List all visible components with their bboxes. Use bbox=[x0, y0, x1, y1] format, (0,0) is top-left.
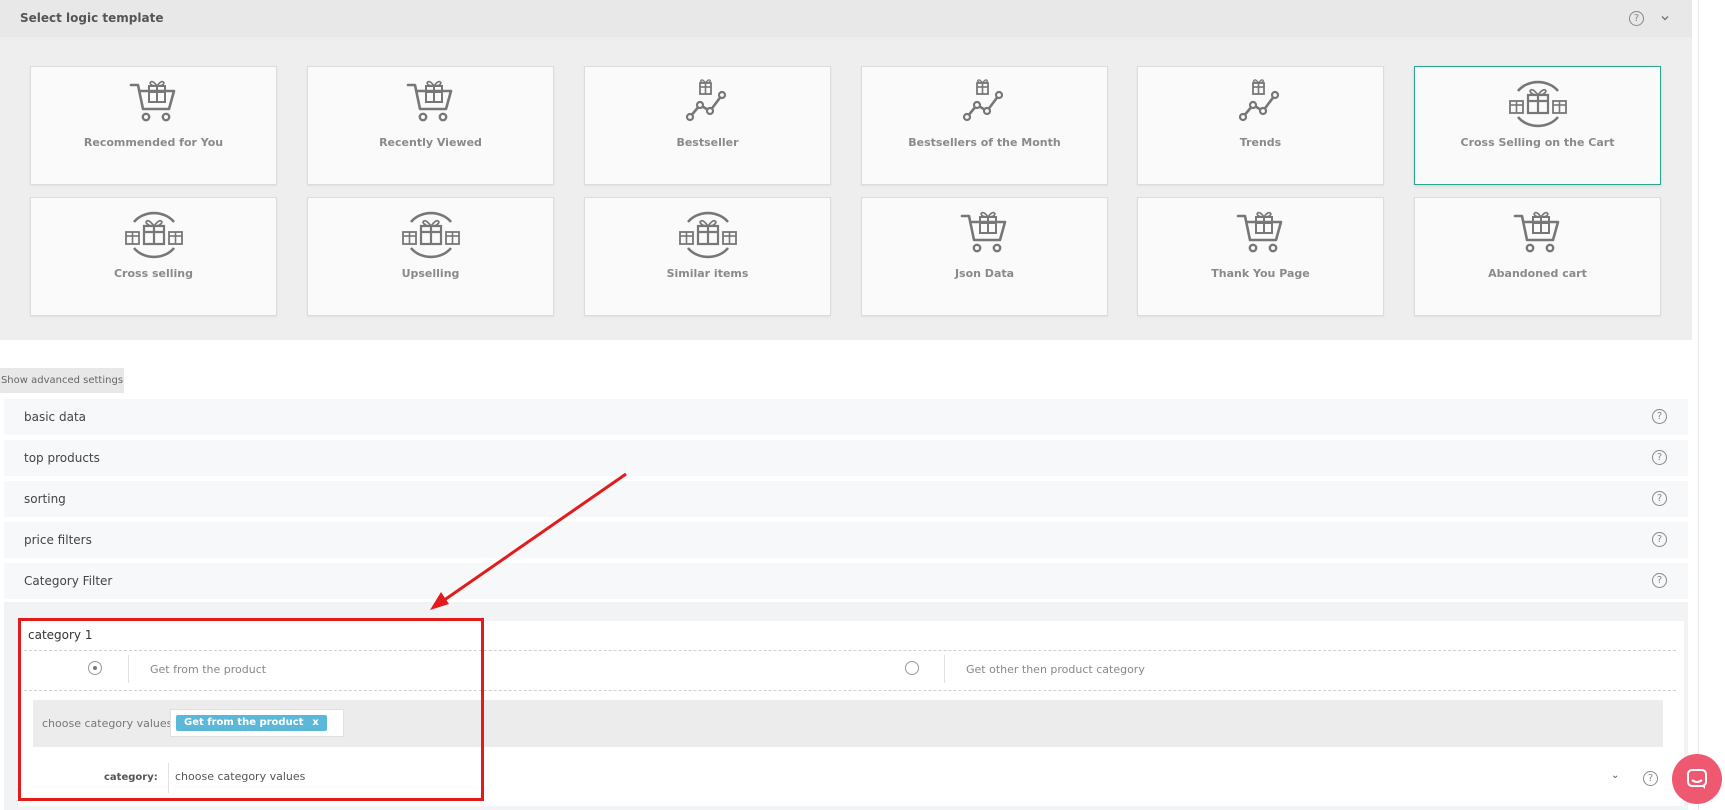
option-get-other-category-label: Get other then product category bbox=[966, 663, 1145, 676]
section-category-filter[interactable]: Category Filter ? bbox=[4, 563, 1688, 600]
section-label: Category Filter bbox=[24, 574, 113, 588]
page-scroll-area bbox=[1692, 0, 1725, 810]
template-card-label: Thank You Page bbox=[1211, 267, 1310, 280]
divider bbox=[944, 655, 945, 683]
scrollbar[interactable] bbox=[1698, 0, 1699, 810]
divider bbox=[128, 655, 129, 683]
template-card-label: Cross selling bbox=[113, 267, 193, 280]
template-card-label: Upselling bbox=[401, 267, 460, 280]
chat-icon bbox=[1687, 769, 1707, 789]
chat-button[interactable] bbox=[1672, 754, 1722, 804]
category-select[interactable]: choose category values ⌄ bbox=[168, 760, 1619, 794]
template-card-label: Recommended for You bbox=[83, 136, 224, 149]
template-card-label: Json Data bbox=[954, 267, 1015, 280]
help-icon[interactable]: ? bbox=[1652, 450, 1667, 465]
template-card[interactable]: Upselling bbox=[307, 197, 554, 316]
template-card-label: Cross Selling on the Cart bbox=[1460, 136, 1615, 149]
section-sorting[interactable]: sorting ? bbox=[4, 481, 1688, 518]
section-label: sorting bbox=[24, 492, 66, 506]
template-card[interactable]: Abandoned cart bbox=[1414, 197, 1661, 316]
category-values-input[interactable]: Get from the product x bbox=[170, 709, 344, 737]
divider bbox=[24, 650, 1676, 651]
radio-get-other-category[interactable] bbox=[905, 661, 919, 675]
template-card[interactable]: Recommended for You bbox=[30, 66, 277, 185]
template-card[interactable]: Cross Selling on the Cart bbox=[1414, 66, 1661, 185]
chevron-down-icon[interactable] bbox=[1659, 12, 1671, 24]
category-title: category 1 bbox=[28, 628, 93, 642]
show-advanced-settings-button[interactable]: Show advanced settings bbox=[0, 368, 124, 393]
template-card[interactable]: Json Data bbox=[861, 197, 1108, 316]
divider bbox=[168, 763, 169, 793]
category-select-label: category: bbox=[104, 772, 158, 783]
template-card-label: Recently Viewed bbox=[379, 136, 482, 149]
section-basic-data[interactable]: basic data ? bbox=[4, 399, 1688, 436]
section-label: price filters bbox=[24, 533, 92, 547]
logic-template-header[interactable]: Select logic template ? bbox=[0, 0, 1692, 37]
help-icon[interactable]: ? bbox=[1643, 771, 1658, 786]
help-icon[interactable]: ? bbox=[1652, 409, 1667, 424]
divider bbox=[24, 690, 1676, 691]
template-card-label: Trends bbox=[1239, 136, 1282, 149]
section-top-products[interactable]: top products ? bbox=[4, 440, 1688, 477]
template-card-label: Abandoned cart bbox=[1488, 267, 1587, 280]
category-values-label: choose category values bbox=[42, 717, 173, 730]
section-label: basic data bbox=[24, 410, 86, 424]
tag-get-from-product: Get from the product x bbox=[176, 715, 327, 731]
section-label: top products bbox=[24, 451, 100, 465]
template-card[interactable]: Cross selling bbox=[30, 197, 277, 316]
option-get-from-product-label: Get from the product bbox=[150, 663, 267, 676]
radio-dot bbox=[93, 666, 97, 670]
chevron-down-icon[interactable]: ⌄ bbox=[1611, 770, 1619, 781]
template-card[interactable]: Recently Viewed bbox=[307, 66, 554, 185]
template-card-label: Bestseller bbox=[676, 136, 739, 149]
help-icon[interactable]: ? bbox=[1652, 532, 1667, 547]
tag-label: Get from the product bbox=[184, 717, 304, 728]
template-card[interactable]: Thank You Page bbox=[1137, 197, 1384, 316]
section-price-filters[interactable]: price filters ? bbox=[4, 522, 1688, 559]
template-card[interactable]: Trends bbox=[1137, 66, 1384, 185]
template-card[interactable]: Bestsellers of the Month bbox=[861, 66, 1108, 185]
help-icon[interactable]: ? bbox=[1629, 11, 1644, 26]
template-card[interactable]: Bestseller bbox=[584, 66, 831, 185]
template-card-label: Similar items bbox=[666, 267, 749, 280]
tag-remove-button[interactable]: x bbox=[312, 717, 318, 728]
header-title: Select logic template bbox=[20, 11, 164, 25]
template-card-label: Bestsellers of the Month bbox=[908, 136, 1061, 149]
radio-get-from-product[interactable] bbox=[88, 661, 102, 675]
template-card[interactable]: Similar items bbox=[584, 197, 831, 316]
category-select-value: choose category values bbox=[175, 770, 306, 783]
help-icon[interactable]: ? bbox=[1652, 573, 1667, 588]
help-icon[interactable]: ? bbox=[1652, 491, 1667, 506]
